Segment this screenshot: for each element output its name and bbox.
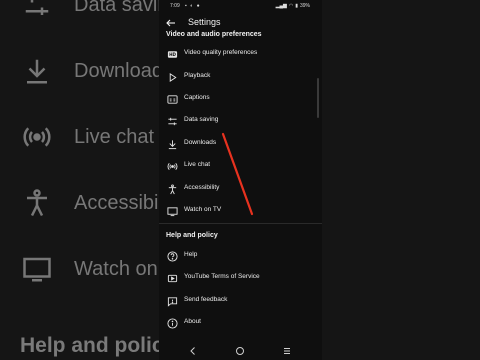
settings-item-playback[interactable]: Playback xyxy=(159,65,322,87)
settings-item-label: Video quality preferences xyxy=(184,49,258,56)
back-arrow-icon[interactable] xyxy=(165,16,177,28)
signal-icon: ▂▄▆ xyxy=(275,3,287,9)
settings-item-label: Playback xyxy=(184,72,211,79)
captions-icon xyxy=(167,92,178,104)
settings-item-about[interactable]: About xyxy=(159,311,322,333)
settings-item-label: Watch on TV xyxy=(184,206,222,213)
settings-item-label: Help xyxy=(184,251,198,258)
settings-item-live-chat[interactable]: Live chat xyxy=(159,154,322,176)
live-icon xyxy=(167,159,178,171)
help-icon xyxy=(167,249,178,262)
section-title-help-and-policy: Help and policy xyxy=(166,232,218,239)
section-divider xyxy=(159,223,322,224)
nav-home-icon[interactable] xyxy=(234,344,246,356)
terms-icon xyxy=(167,271,178,283)
system-nav-bar xyxy=(159,340,322,360)
accessibility-icon xyxy=(167,182,178,195)
settings-item-downloads[interactable]: Downloads xyxy=(159,132,322,154)
settings-item-data-saving[interactable]: Data saving xyxy=(159,109,322,131)
hd-icon: HD xyxy=(167,47,178,58)
bg-heading-help-and-policy: Help and policy xyxy=(20,334,176,357)
download-icon xyxy=(167,137,178,150)
app-bar: Settings xyxy=(159,13,322,31)
settings-item-help[interactable]: Help xyxy=(159,244,322,266)
wifi-icon: ◠ xyxy=(288,3,294,9)
settings-item-label: Data saving xyxy=(184,116,219,123)
download-icon xyxy=(22,56,52,86)
scrollbar[interactable] xyxy=(317,78,319,118)
page-title: Settings xyxy=(188,17,221,27)
svg-text:HD: HD xyxy=(169,52,176,57)
settings-item-captions[interactable]: Captions xyxy=(159,87,322,109)
settings-item-video-quality[interactable]: HD Video quality preferences xyxy=(159,42,322,64)
live-icon xyxy=(22,122,52,152)
info-icon xyxy=(167,316,178,329)
section-title-video-audio: Video and audio preferences xyxy=(166,31,262,38)
settings-item-label: Accessibility xyxy=(184,184,220,191)
settings-item-label: About xyxy=(184,318,201,325)
status-right-icons: ▂▄▆ ◠ ▮ 39% xyxy=(276,3,310,9)
settings-item-label: Live chat xyxy=(184,161,211,168)
sliders-icon xyxy=(22,0,52,20)
settings-item-watch-on-tv[interactable]: Watch on TV xyxy=(159,199,322,221)
accessibility-icon xyxy=(22,188,52,218)
settings-item-accessibility[interactable]: Accessibility xyxy=(159,177,322,199)
phone-screen: 7:09 ▪ ◐ ● ▂▄▆ ◠ ▮ 39% Settings Video an… xyxy=(159,0,322,360)
feedback-icon xyxy=(167,294,178,307)
tv-icon xyxy=(22,254,52,284)
settings-item-label: Captions xyxy=(184,94,210,101)
nav-recents-icon[interactable] xyxy=(281,344,293,356)
nav-back-icon[interactable] xyxy=(187,344,199,356)
settings-item-terms[interactable]: YouTube Terms of Service xyxy=(159,266,322,288)
battery-icon: ▮ xyxy=(295,3,298,9)
battery-percent: 39% xyxy=(299,3,310,9)
settings-item-label: Send feedback xyxy=(184,296,228,303)
play-icon xyxy=(167,70,178,83)
tv-icon xyxy=(167,204,178,217)
status-time: 7:09 xyxy=(170,3,180,9)
settings-item-label: YouTube Terms of Service xyxy=(184,273,260,280)
settings-item-send-feedback[interactable]: Send feedback xyxy=(159,289,322,311)
settings-item-label: Downloads xyxy=(184,139,217,146)
bg-label-live-chat: Live chat xyxy=(74,126,155,148)
sliders-icon xyxy=(167,114,178,126)
status-bar: 7:09 ▪ ◐ ● ▂▄▆ ◠ ▮ 39% xyxy=(159,0,322,12)
notification-icons: ▪ ◐ ● xyxy=(185,3,201,9)
